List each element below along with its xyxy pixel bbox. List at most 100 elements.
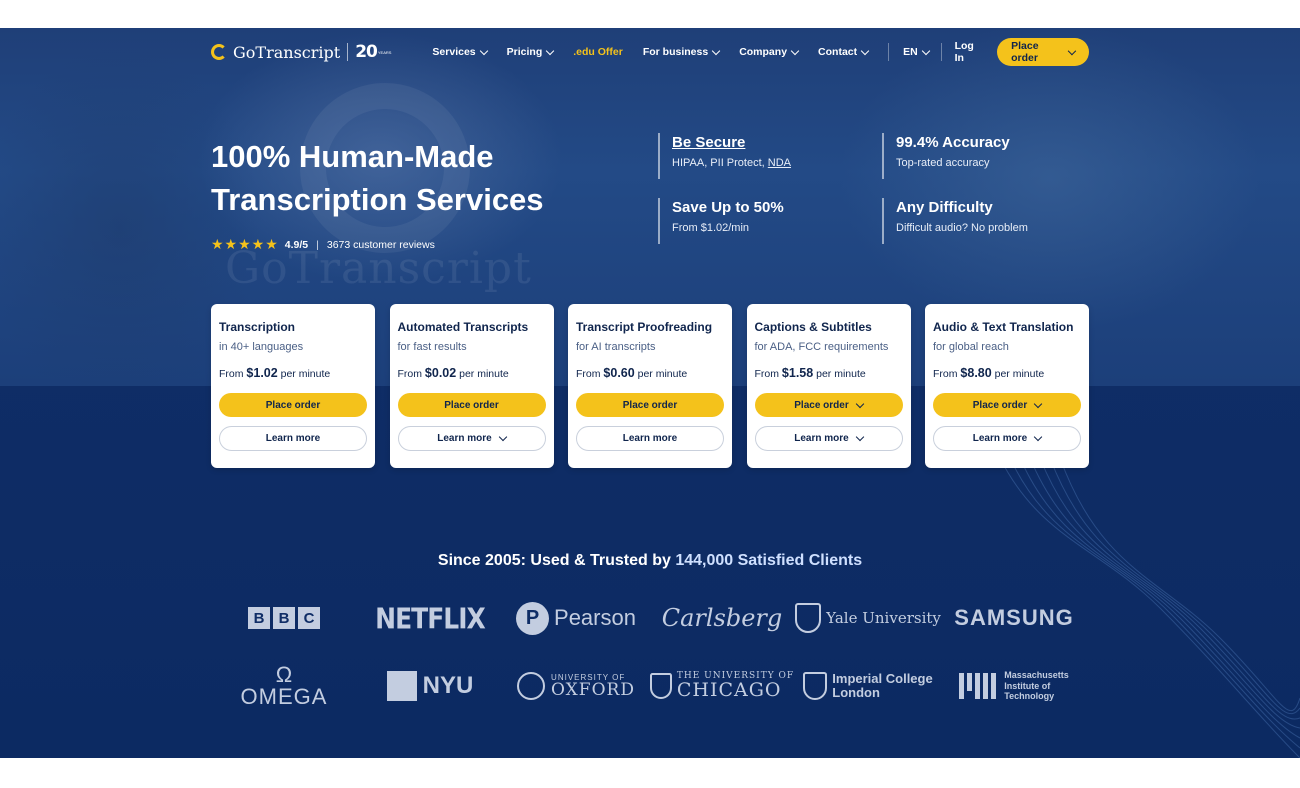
omega-logo: Ω OMEGA (211, 664, 357, 708)
nav-item-label: Contact (818, 46, 858, 58)
service-card-automated: Automated Transcripts for fast results F… (389, 304, 554, 468)
button-label: Place order (265, 399, 321, 411)
nav-item-pricing[interactable]: Pricing (507, 46, 555, 58)
learn-more-button[interactable]: Learn more (933, 426, 1081, 451)
feature-title: Any Difficulty (896, 199, 993, 216)
yale-wordmark: Yale University (826, 609, 941, 627)
feature-difficulty: Any Difficulty Difficult audio? No probl… (882, 198, 1072, 244)
yale-crest-icon (795, 603, 822, 633)
nda-link[interactable]: NDA (768, 157, 791, 169)
place-order-button[interactable]: Place order (754, 393, 903, 417)
client-logos-row-2: Ω OMEGA NYU UNIVERSITY OF OXFORD THE UNIVE… (211, 664, 1089, 708)
chevron-down-icon (860, 46, 870, 55)
place-order-button[interactable]: Place order (219, 393, 367, 417)
place-order-button[interactable]: Place order (576, 393, 724, 417)
feature-save: Save Up to 50% From $1.02/min (658, 198, 848, 244)
button-label: Learn more (972, 433, 1028, 444)
brand-g-icon (211, 44, 227, 60)
chevron-down-icon (855, 432, 864, 442)
price-value: $8.80 (960, 366, 992, 380)
oxford-seal-icon (517, 672, 546, 700)
learn-more-button[interactable]: Learn more (754, 426, 903, 451)
chicago-crest-icon (649, 673, 672, 699)
learn-more-button[interactable]: Learn more (576, 426, 724, 451)
logo-divider (347, 43, 349, 61)
nav-item-for-business[interactable]: For business (643, 46, 721, 58)
feature-subtitle: Top-rated accuracy (896, 157, 990, 169)
nav-divider (940, 43, 942, 61)
nav-item-label: Services (432, 46, 476, 58)
pearson-p-icon: P (516, 601, 550, 635)
rating-separator: | (316, 238, 319, 251)
price-value: $0.60 (603, 366, 635, 380)
review-count[interactable]: 3673 customer reviews (327, 239, 435, 251)
feature-subtitle: Difficult audio? No problem (896, 222, 1028, 234)
nyu-torch-icon (386, 671, 417, 701)
netflix-wordmark: NETFLIX (375, 601, 486, 635)
card-subtitle: for global reach (933, 341, 1009, 353)
price-unit: per minute (637, 368, 688, 380)
brand-name: GoTranscript (233, 42, 341, 62)
place-order-button[interactable]: Place order (933, 393, 1081, 417)
chevron-down-icon (1033, 399, 1043, 408)
login-link[interactable]: Log In (955, 40, 985, 64)
service-card-translation: Audio & Text Translation for global reac… (925, 304, 1089, 468)
bbc-logo: BBC (211, 598, 357, 638)
card-subtitle: for AI transcripts (576, 341, 656, 353)
nav-item-contact[interactable]: Contact (818, 46, 870, 58)
nav-place-order-button[interactable]: Place order (997, 38, 1089, 66)
feature-title[interactable]: Be Secure (672, 134, 848, 151)
chevron-down-icon (479, 46, 488, 55)
nav-item-company[interactable]: Company (739, 46, 800, 58)
samsung-logo: SAMSUNG (941, 598, 1087, 638)
mit-logo: Massachusetts Institute of Technology (941, 666, 1087, 706)
imperial-line: Imperial College (832, 670, 933, 686)
card-price: From $1.58 per minute (755, 366, 903, 380)
chevron-down-icon (790, 46, 800, 55)
card-title[interactable]: Automated Transcripts (398, 320, 546, 334)
chevron-down-icon (921, 46, 930, 55)
mit-line: Institute of (1004, 680, 1051, 691)
oxford-logo: UNIVERSITY OF OXFORD (503, 666, 649, 706)
anniversary-badge: 20 (355, 42, 378, 62)
card-price: From $8.80 per minute (933, 366, 1081, 380)
rating-score: 4.9/5 (284, 238, 309, 251)
card-title[interactable]: Transcript Proofreading (576, 320, 724, 334)
bbc-letter: B (273, 607, 295, 629)
price-prefix: From (754, 368, 780, 380)
place-order-button[interactable]: Place order (397, 393, 546, 417)
card-price: From $1.02 per minute (219, 366, 367, 380)
card-title[interactable]: Transcription (219, 320, 367, 334)
yale-logo: Yale University (795, 598, 941, 638)
button-label: Learn more (622, 433, 678, 444)
learn-more-button[interactable]: Learn more (219, 426, 367, 451)
brand-logo[interactable]: GoTranscript 20 YEARS (211, 42, 391, 62)
button-label: Learn more (794, 433, 849, 444)
price-prefix: From (933, 368, 958, 380)
price-value: $1.58 (781, 366, 814, 380)
feature-title: 99.4% Accuracy (896, 134, 1010, 151)
nav-item-services[interactable]: Services (432, 46, 488, 58)
language-selector[interactable]: EN (903, 46, 930, 58)
learn-more-button[interactable]: Learn more (397, 426, 546, 451)
chevron-down-icon (498, 432, 507, 442)
oxford-wordmark: OXFORD (551, 679, 635, 700)
card-price: From $0.02 per minute (398, 366, 546, 380)
nav-item-label: Company (739, 46, 788, 58)
button-label: Place order (972, 399, 1028, 411)
price-unit: per minute (459, 368, 509, 380)
chevron-down-icon (855, 399, 864, 408)
card-title[interactable]: Audio & Text Translation (933, 320, 1081, 334)
button-label: Place order (444, 399, 499, 411)
imperial-logo: Imperial College London (795, 666, 941, 706)
service-card-captions: Captions & Subtitles for ADA, FCC requir… (746, 304, 911, 468)
pearson-logo: P Pearson (503, 598, 649, 638)
chevron-down-icon (711, 46, 721, 55)
feature-subtitle: HIPAA, PII Protect, NDA (672, 157, 848, 169)
pearson-wordmark: Pearson (554, 605, 636, 630)
card-title[interactable]: Captions & Subtitles (755, 320, 903, 334)
star-rating-icon: ★★★★★ (211, 236, 279, 252)
nav-item-label: .edu Offer (573, 46, 623, 58)
nav-item-edu-offer[interactable]: .edu Offer (573, 46, 623, 58)
nav-menu: Services Pricing .edu Offer For business… (432, 46, 888, 58)
